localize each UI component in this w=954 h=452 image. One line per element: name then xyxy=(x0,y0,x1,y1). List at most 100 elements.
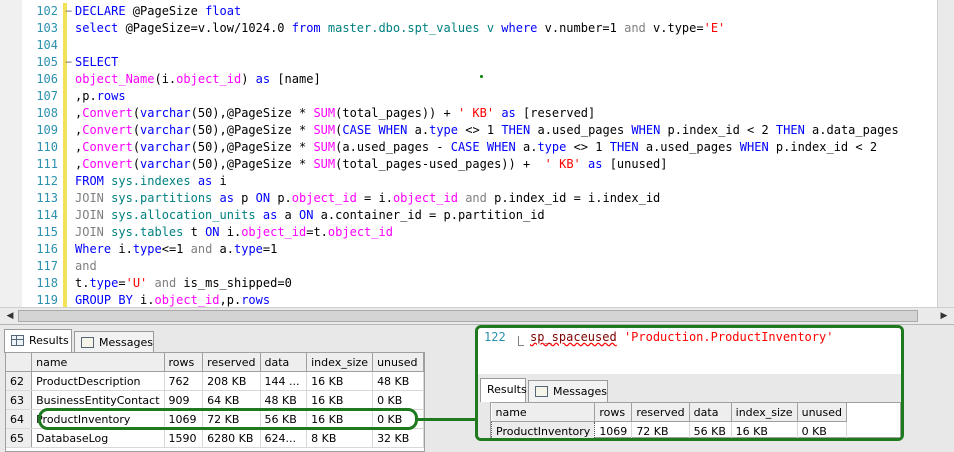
cell-data[interactable]: 48 KB xyxy=(260,390,308,410)
code-token: type xyxy=(132,242,162,256)
changed-line-marker xyxy=(63,37,67,54)
cell-rows[interactable]: 909 xyxy=(164,390,204,410)
code-token: (a.used_pages - xyxy=(335,140,451,154)
callout-tab-results[interactable]: Results xyxy=(480,378,527,402)
row-number[interactable]: 62 xyxy=(6,371,33,391)
cell-data[interactable]: 624... xyxy=(260,428,308,448)
callout-col-header-rows[interactable]: rows xyxy=(594,403,633,422)
scroll-left-arrow-icon[interactable]: ◀ xyxy=(2,309,18,323)
cell-reserved[interactable]: 208 KB xyxy=(202,371,261,391)
code-token: varchar xyxy=(140,106,191,120)
cell-reserved[interactable]: 64 KB xyxy=(202,390,261,410)
callout-cell-reserved[interactable]: 72 KB xyxy=(631,421,690,438)
cell-name[interactable]: DatabaseLog xyxy=(31,428,165,448)
corner-header[interactable] xyxy=(6,353,33,372)
code-token: sys.tables xyxy=(103,225,191,239)
tab-messages[interactable]: Messages xyxy=(74,331,154,353)
row-number[interactable]: 64 xyxy=(6,409,33,429)
code-text: Where i.type<=1 and a.type=1 xyxy=(75,241,277,258)
callout-editor[interactable]: 122 sp_spaceused 'Production.ProductInve… xyxy=(478,328,901,374)
line-number: 114 xyxy=(36,208,58,222)
code-token: p.index_id < 2 xyxy=(768,140,878,154)
line-number: 109 xyxy=(36,123,58,137)
callout-results-pane: Results Messages name rows reserved data… xyxy=(478,374,901,438)
cell-index-size[interactable]: 16 KB xyxy=(306,371,374,391)
table-row[interactable]: 63 BusinessEntityContact 909 64 KB 48 KB 16 K… xyxy=(6,390,424,410)
col-header-index-size[interactable]: index_size xyxy=(306,353,374,372)
code-token: p.index_id = i.index_id xyxy=(486,191,661,205)
callout-col-header-data[interactable]: data xyxy=(689,403,732,422)
code-token: [reserved] xyxy=(515,106,596,120)
col-header-name[interactable]: name xyxy=(31,353,165,372)
line-number: 119 xyxy=(36,293,58,307)
code-token: p xyxy=(233,191,256,205)
table-row[interactable]: 62 ProductDescription 762 208 KB 144 ... 16 K… xyxy=(6,371,424,391)
callout-col-header-unused[interactable]: unused xyxy=(797,403,848,422)
code-text: GROUP BY i.object_id,p.rows xyxy=(75,292,270,307)
code-token: WHEN xyxy=(739,140,769,154)
scroll-thumb[interactable] xyxy=(18,310,918,322)
collapse-icon[interactable]: − xyxy=(65,3,72,20)
callout-cell-rows[interactable]: 1069 xyxy=(594,421,633,438)
code-text: DECLARE @PageSize float xyxy=(75,3,241,20)
callout-tab-messages[interactable]: Messages xyxy=(528,380,608,402)
cell-reserved[interactable]: 6280 KB xyxy=(202,428,261,448)
code-token: sys.partitions xyxy=(103,191,220,205)
code-token: Convert xyxy=(82,140,133,154)
table-row[interactable]: 65 DatabaseLog 1590 6280 KB 624... 8 KB 32 KB xyxy=(6,428,424,448)
callout-col-header-index-size[interactable]: index_size xyxy=(731,403,798,422)
cell-index-size[interactable]: 8 KB xyxy=(306,428,374,448)
code-token: a xyxy=(277,208,299,222)
cell-index-size[interactable]: 16 KB xyxy=(306,390,374,410)
code-token: p. xyxy=(270,191,292,205)
callout-cell-data[interactable]: 56 KB xyxy=(689,421,732,438)
callout-results-grid[interactable]: name rows reserved data index_size unuse… xyxy=(490,402,901,438)
editor-vertical-scrollbar[interactable] xyxy=(937,0,954,307)
code-token: rows xyxy=(96,89,126,103)
line-number: 116 xyxy=(36,242,58,256)
callout-cell-index-size[interactable]: 16 KB xyxy=(731,421,798,438)
code-token: sys.indexes xyxy=(103,174,198,188)
row-number[interactable]: 65 xyxy=(6,428,33,448)
collapse-icon[interactable]: − xyxy=(65,54,72,71)
cursor-dot xyxy=(480,75,483,78)
changed-line-marker xyxy=(63,224,67,241)
code-token: ON xyxy=(205,225,220,239)
cell-unused[interactable]: 0 KB xyxy=(372,390,424,410)
cell-name[interactable]: ProductDescription xyxy=(31,371,165,391)
tab-results[interactable]: Results xyxy=(4,329,72,353)
code-token: (total_pages)) + xyxy=(335,106,458,120)
code-token: (50),@PageSize * xyxy=(190,106,314,120)
code-token: ,p. xyxy=(219,293,242,307)
code-token: WHEN xyxy=(631,123,661,137)
cell-unused[interactable]: 48 KB xyxy=(372,371,424,391)
col-header-unused[interactable]: unused xyxy=(372,353,424,372)
callout-cell-unused[interactable]: 0 KB xyxy=(797,421,848,438)
scroll-right-arrow-icon[interactable]: ▶ xyxy=(936,309,952,323)
col-header-reserved[interactable]: reserved xyxy=(202,353,261,372)
cell-data[interactable]: 144 ... xyxy=(260,371,308,391)
editor-horizontal-scrollbar[interactable]: ◀ ▶ xyxy=(0,307,954,324)
cell-rows[interactable]: 1590 xyxy=(164,428,204,448)
sql-editor[interactable]: 102− DECLARE @PageSize float 103 select @Pa… xyxy=(0,0,954,307)
cell-unused[interactable]: 32 KB xyxy=(372,428,424,448)
code-token: CASE WHEN xyxy=(342,123,408,137)
code-token: and xyxy=(624,21,646,35)
col-header-rows[interactable]: rows xyxy=(164,353,204,372)
callout-table-row[interactable]: ProductInventory 1069 72 KB 56 KB 16 KB … xyxy=(490,421,848,438)
code-token: object_Name xyxy=(75,72,155,86)
cell-name[interactable]: BusinessEntityContact xyxy=(31,390,165,410)
code-token: type xyxy=(89,276,119,290)
line-number: 115 xyxy=(36,225,58,239)
results-grid[interactable]: name rows reserved data index_size unuse… xyxy=(5,352,425,452)
callout-proc-arg: 'Production.ProductInventory' xyxy=(623,330,834,344)
callout-cell-name[interactable]: ProductInventory xyxy=(490,421,596,438)
code-token: ' KB' xyxy=(544,157,581,171)
callout-col-header-name[interactable]: name xyxy=(491,403,596,422)
row-number[interactable]: 63 xyxy=(6,390,33,410)
col-header-data[interactable]: data xyxy=(260,353,308,372)
cell-rows[interactable]: 762 xyxy=(164,371,204,391)
callout-col-header-reserved[interactable]: reserved xyxy=(631,403,690,422)
code-token: a.container_id = p.partition_id xyxy=(313,208,545,222)
